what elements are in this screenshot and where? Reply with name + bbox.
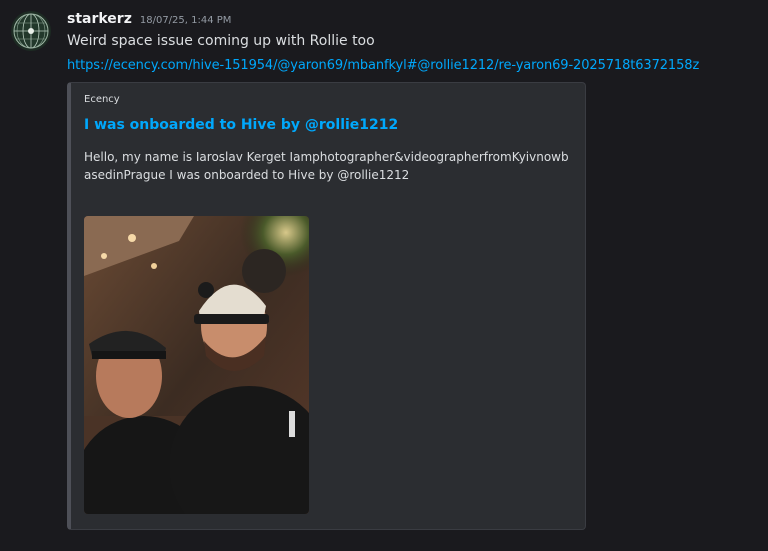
embed-description: Hello, my name is Iaroslav Kerget Iampho… [84, 150, 569, 182]
selfie-photo [84, 216, 309, 514]
username[interactable]: starkerz [67, 11, 132, 27]
message-link[interactable]: https://ecency.com/hive-151954/@yaron69/… [67, 58, 699, 73]
link-embed: Ecency I was onboarded to Hive by @rolli… [67, 82, 586, 530]
message-text: Weird space issue coming up with Rollie … [67, 33, 375, 49]
avatar-globe-icon [13, 13, 49, 49]
message-header: starkerz 18/07/25, 1:44 PM [67, 11, 231, 31]
message-timestamp: 18/07/25, 1:44 PM [139, 15, 232, 26]
embed-provider: Ecency [84, 94, 120, 105]
user-avatar[interactable] [11, 11, 51, 51]
embed-image[interactable] [84, 216, 309, 514]
embed-title[interactable]: I was onboarded to Hive by @rollie1212 [84, 117, 398, 133]
